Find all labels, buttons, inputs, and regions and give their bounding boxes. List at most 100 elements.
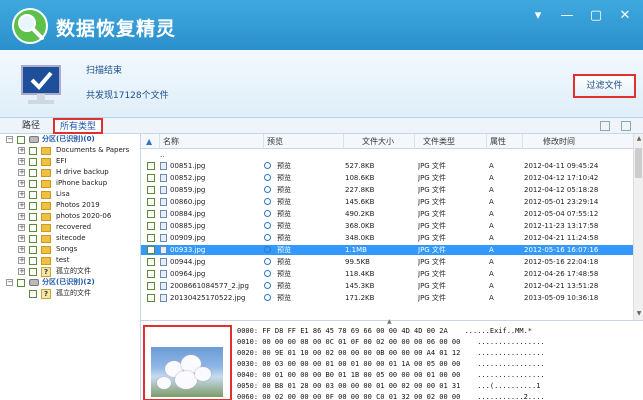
row-checkbox[interactable] (147, 258, 155, 266)
scroll-up-icon[interactable]: ▲ (635, 135, 643, 143)
expand-icon[interactable]: + (18, 224, 25, 231)
maximize-icon[interactable]: ▢ (585, 8, 607, 23)
menu-dropdown-icon[interactable]: ▾ (527, 8, 549, 23)
expand-icon[interactable]: + (18, 147, 25, 154)
row-checkbox[interactable] (147, 234, 155, 242)
vertical-scrollbar[interactable]: ▲ ▼ (633, 134, 643, 320)
column-size[interactable]: 文件大小 (343, 134, 414, 149)
file-row[interactable]: 00909.jpg 预览 348.0KB JPG 文件 A 2012-04-21 11:2… (141, 233, 633, 243)
preview-magnifier-icon[interactable] (264, 234, 271, 241)
preview-link[interactable]: 预览 (277, 197, 291, 207)
preview-magnifier-icon[interactable] (264, 270, 271, 277)
tree-partition-2[interactable]: − 分区(已识别)(2) (0, 277, 140, 288)
checkbox[interactable] (29, 246, 37, 254)
tree-item[interactable]: + Documents & Papers (0, 145, 140, 156)
row-checkbox[interactable] (147, 186, 155, 194)
file-row[interactable]: 00852.jpg 预览 108.6KB JPG 文件 A 2012-04-12 17:1… (141, 173, 633, 183)
preview-link[interactable]: 预览 (277, 209, 291, 219)
expand-icon[interactable]: + (18, 191, 25, 198)
column-preview[interactable]: 预览 (263, 134, 343, 149)
preview-link[interactable]: 预览 (277, 269, 291, 279)
column-modified[interactable]: 修改时间 (522, 134, 633, 149)
tree-item-orphan-2[interactable]: ? 孤立的文件 (0, 288, 140, 299)
tree-item[interactable]: + Photos 2019 (0, 200, 140, 211)
expand-icon[interactable]: + (18, 158, 25, 165)
row-checkbox[interactable] (147, 270, 155, 278)
tree-item[interactable]: + sitecode (0, 233, 140, 244)
checkbox[interactable] (29, 268, 37, 276)
preview-link[interactable]: 预览 (277, 257, 291, 267)
checkbox[interactable] (17, 279, 25, 287)
preview-link[interactable]: 预览 (277, 161, 291, 171)
tree-item[interactable]: + test (0, 255, 140, 266)
preview-link[interactable]: 预览 (277, 233, 291, 243)
tree-item[interactable]: + EFI (0, 156, 140, 167)
tree-partition-1[interactable]: − 分区(已识别)(0) (0, 134, 140, 145)
row-checkbox[interactable] (147, 162, 155, 170)
column-name[interactable]: 名称 (159, 134, 263, 149)
expand-icon[interactable]: + (18, 246, 25, 253)
file-row[interactable]: 00851.jpg 预览 527.8KB JPG 文件 A 2012-04-11 09:4… (141, 161, 633, 171)
expand-icon[interactable]: + (18, 235, 25, 242)
scrollbar-thumb[interactable] (635, 148, 642, 178)
preview-link[interactable]: 预览 (277, 185, 291, 195)
checkbox[interactable] (29, 191, 37, 199)
preview-magnifier-icon[interactable] (264, 162, 271, 169)
file-row[interactable]: 00884.jpg 预览 490.2KB JPG 文件 A 2012-05-04 07:5… (141, 209, 633, 219)
collapse-icon[interactable]: − (6, 279, 13, 286)
expand-icon[interactable]: + (18, 268, 25, 275)
file-row[interactable]: 00885.jpg 预览 368.0KB JPG 文件 A 2012-11-23 13:1… (141, 221, 633, 231)
up-arrow-icon[interactable]: ▲ (141, 134, 159, 149)
checkbox[interactable] (29, 257, 37, 265)
file-row[interactable]: 00964.jpg 预览 118.4KB JPG 文件 A 2012-04-26 17:4… (141, 269, 633, 279)
thumbnail-view-icon[interactable] (600, 121, 610, 131)
tree-item[interactable]: + Lisa (0, 189, 140, 200)
checkbox[interactable] (29, 169, 37, 177)
file-row[interactable]: 00944.jpg 预览 99.5KB JPG 文件 A 2012-05-16 22:04… (141, 257, 633, 267)
row-checkbox[interactable] (147, 222, 155, 230)
preview-magnifier-icon[interactable] (264, 174, 271, 181)
checkbox[interactable] (29, 158, 37, 166)
preview-magnifier-icon[interactable] (264, 222, 271, 229)
tree-item[interactable]: +? 孤立的文件 (0, 266, 140, 277)
preview-magnifier-icon[interactable] (264, 258, 271, 265)
column-attr[interactable]: 属性 (486, 134, 522, 149)
checkbox[interactable] (17, 136, 25, 144)
tree-item[interactable]: + Songs (0, 244, 140, 255)
preview-magnifier-icon[interactable] (264, 186, 271, 193)
preview-magnifier-icon[interactable] (264, 198, 271, 205)
tree-item[interactable]: + iPhone backup (0, 178, 140, 189)
preview-link[interactable]: 预览 (277, 281, 291, 291)
row-checkbox[interactable] (147, 210, 155, 218)
row-checkbox[interactable] (147, 294, 155, 302)
row-checkbox[interactable] (147, 246, 155, 254)
minimize-icon[interactable]: — (556, 8, 578, 23)
checkbox[interactable] (29, 235, 37, 243)
tab-path[interactable]: 路径 (14, 119, 48, 134)
checkbox[interactable] (29, 224, 37, 232)
scroll-down-icon[interactable]: ▼ (635, 310, 643, 318)
column-type[interactable]: 文件类型 (414, 134, 486, 149)
list-view-icon[interactable] (621, 121, 631, 131)
preview-link[interactable]: 预览 (277, 293, 291, 303)
row-checkbox[interactable] (147, 174, 155, 182)
expand-icon[interactable]: + (18, 257, 25, 264)
collapse-icon[interactable]: − (6, 136, 13, 143)
tab-all-types[interactable]: 所有类型 (53, 118, 103, 134)
expand-icon[interactable]: + (18, 213, 25, 220)
expand-icon[interactable]: + (18, 202, 25, 209)
checkbox[interactable] (29, 202, 37, 210)
expand-icon[interactable]: + (18, 169, 25, 176)
preview-link[interactable]: 预览 (277, 245, 291, 255)
parent-folder-row[interactable]: .. (141, 150, 633, 160)
row-checkbox[interactable] (147, 198, 155, 206)
file-row[interactable]: 00860.jpg 预览 145.6KB JPG 文件 A 2012-05-01 23:2… (141, 197, 633, 207)
checkbox[interactable] (29, 147, 37, 155)
filter-files-button[interactable]: 过滤文件 (573, 74, 636, 98)
tree-item[interactable]: + recovered (0, 222, 140, 233)
preview-magnifier-icon[interactable] (264, 294, 271, 301)
row-checkbox[interactable] (147, 282, 155, 290)
file-row[interactable]: 00933.jpg 预览 1.1MB JPG 文件 A 2012-05-16 16:07:… (141, 245, 633, 255)
preview-magnifier-icon[interactable] (264, 210, 271, 217)
checkbox[interactable] (29, 180, 37, 188)
